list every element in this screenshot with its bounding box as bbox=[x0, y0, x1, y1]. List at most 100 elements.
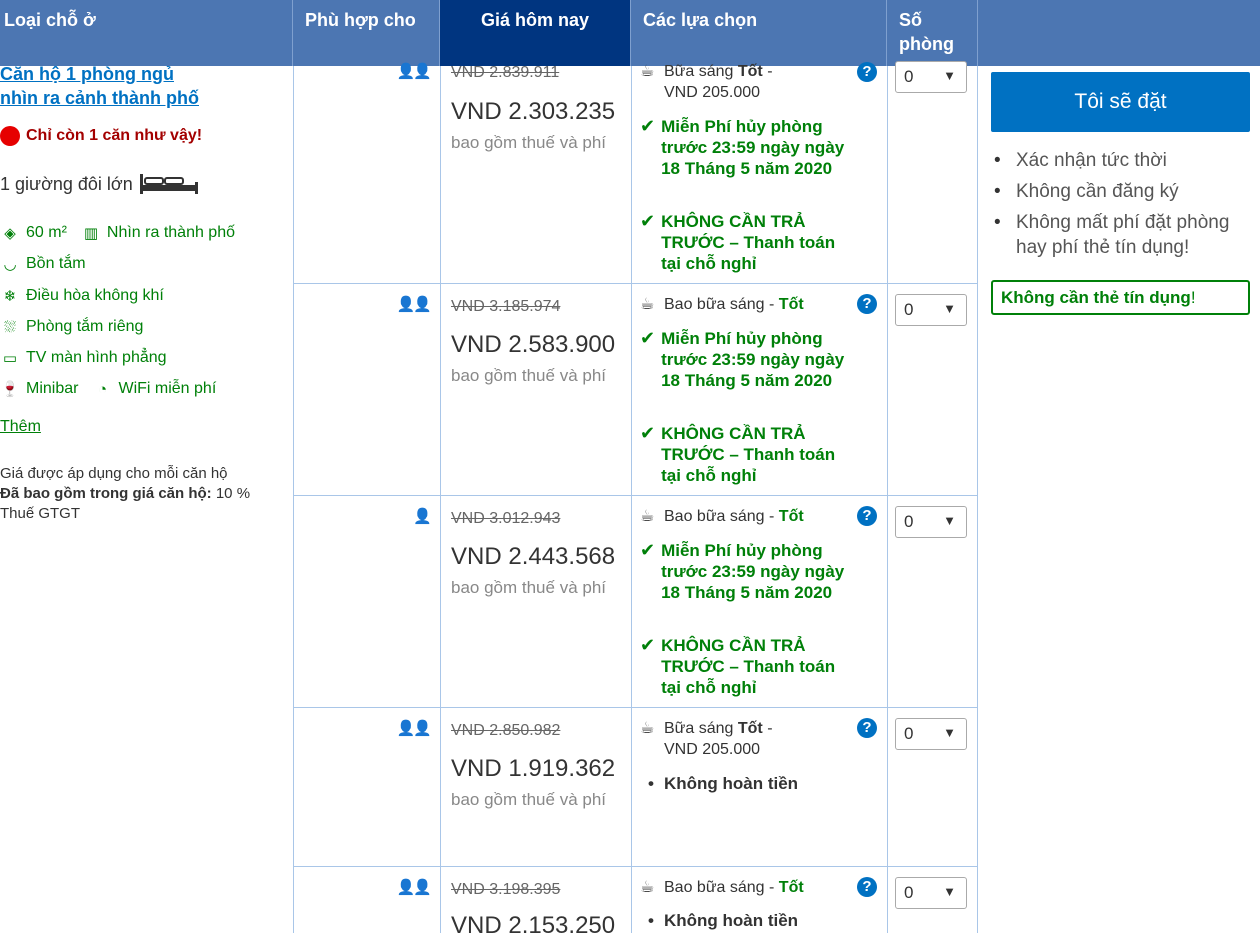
row-divider bbox=[293, 707, 978, 708]
more-facilities-link[interactable]: Thêm bbox=[0, 418, 41, 436]
policy-text: Không hoàn tiền bbox=[663, 911, 799, 930]
bathtub-icon: ◡ bbox=[3, 256, 17, 273]
meal-rating: Tốt bbox=[778, 508, 804, 525]
meal-info: ☕ Bao bữa sáng - Tốt bbox=[640, 506, 830, 527]
check-icon: ✔ bbox=[640, 540, 656, 560]
help-icon[interactable]: ? bbox=[857, 877, 877, 897]
cancel-text: Miễn Phí hủy phòng trước 23:59 ngày ngày… bbox=[661, 541, 845, 602]
qty-value: 0 bbox=[904, 883, 914, 902]
no-credit-card-badge: Không cần thẻ tín dụng! bbox=[991, 280, 1250, 315]
header-fit-for: Phù hợp cho bbox=[293, 0, 440, 66]
qty-value: 0 bbox=[904, 67, 914, 86]
room-qty-select[interactable]: 0 ▼ bbox=[895, 718, 967, 750]
header-options: Các lựa chọn bbox=[631, 0, 887, 66]
free-cancellation: ✔ Miễn Phí hủy phòng trước 23:59 ngày ngà… bbox=[640, 328, 850, 391]
current-price: VND 2.303.235 bbox=[451, 98, 616, 125]
original-price: VND 3.198.395 bbox=[451, 881, 561, 898]
facility-view: Nhìn ra thành phố bbox=[106, 224, 235, 241]
meal-rating: Tốt bbox=[778, 296, 804, 313]
original-price: VND 2.839.911 bbox=[451, 64, 560, 81]
meal-suffix: - bbox=[767, 63, 773, 80]
room-qty-select[interactable]: 0 ▼ bbox=[895, 61, 967, 93]
cancel-text: Miễn Phí hủy phòng trước 23:59 ngày ngày… bbox=[661, 117, 845, 178]
bullet-icon: • bbox=[648, 774, 654, 793]
bullet-icon: • bbox=[648, 911, 654, 930]
original-price: VND 3.185.974 bbox=[451, 298, 561, 315]
occupancy-icon: 👤👤 bbox=[396, 879, 432, 896]
meal-price: VND 205.000 bbox=[664, 84, 761, 101]
price-note: Giá được áp dụng cho mỗi căn hộ Đã bao g… bbox=[0, 464, 290, 524]
coffee-icon: ☕ bbox=[640, 879, 655, 896]
coffee-icon: ☕ bbox=[640, 63, 655, 80]
occupancy-icon: 👤 bbox=[413, 508, 432, 525]
facility-row: ▭ TV màn hình phẳng bbox=[0, 349, 167, 367]
vat-label: Thuế GTGT bbox=[0, 505, 81, 522]
check-icon: ✔ bbox=[640, 116, 656, 136]
header-room-type: Loại chỗ ở bbox=[0, 0, 293, 66]
reserve-button[interactable]: Tôi sẽ đặt bbox=[991, 72, 1250, 132]
row-divider bbox=[293, 866, 978, 867]
facility-row: 🍷 Minibar ◔ WiFi miễn phí bbox=[0, 380, 217, 398]
help-icon[interactable]: ? bbox=[857, 506, 877, 526]
row-divider bbox=[293, 283, 978, 284]
occupancy-icon: 👤👤 bbox=[396, 63, 432, 80]
occupancy-icon: 👤👤 bbox=[396, 720, 432, 737]
help-icon[interactable]: ? bbox=[857, 294, 877, 314]
coffee-icon: ☕ bbox=[640, 296, 655, 313]
meal-info: ☕ Bao bữa sáng - Tốt bbox=[640, 294, 830, 315]
meal-label: Bao bữa sáng - bbox=[664, 508, 775, 525]
divider bbox=[440, 66, 441, 933]
no-card-suffix: ! bbox=[1190, 288, 1196, 307]
room-qty-select[interactable]: 0 ▼ bbox=[895, 877, 967, 909]
check-icon: ✔ bbox=[640, 423, 656, 443]
facility-area: 60 m² bbox=[26, 224, 67, 241]
cancel-text: Miễn Phí hủy phòng trước 23:59 ngày ngày… bbox=[661, 329, 845, 390]
table-header: Loại chỗ ở Phù hợp cho Giá hôm nay Các l… bbox=[0, 0, 1260, 66]
header-rooms: Số phòng bbox=[887, 0, 978, 66]
meal-info: ☕ Bữa sáng Tốt - VND 205.000 bbox=[640, 718, 830, 760]
tv-icon: ▭ bbox=[2, 350, 18, 367]
tax-note: bao gồm thuế và phí bbox=[451, 578, 607, 597]
price-note-line1: Giá được áp dụng cho mỗi căn hộ bbox=[0, 465, 228, 482]
free-cancellation: ✔ Miễn Phí hủy phòng trước 23:59 ngày ngà… bbox=[640, 540, 850, 603]
divider bbox=[293, 66, 294, 933]
meal-info: ☕ Bữa sáng Tốt - VND 205.000 bbox=[640, 61, 830, 103]
free-cancellation: ✔ Miễn Phí hủy phòng trước 23:59 ngày ngà… bbox=[640, 116, 850, 179]
divider bbox=[887, 66, 888, 933]
facility-row: ◡ Bồn tắm bbox=[0, 255, 85, 273]
dropdown-arrow-icon: ▼ bbox=[943, 513, 956, 528]
meal-label: Bữa sáng bbox=[664, 720, 734, 737]
help-icon[interactable]: ? bbox=[857, 718, 877, 738]
facility-row: ◈ 60 m² ▥ Nhìn ra thành phố bbox=[0, 224, 235, 242]
current-price: VND 2.443.568 bbox=[451, 543, 616, 570]
help-icon[interactable]: ? bbox=[857, 62, 877, 82]
perk-item: Không cần đăng ký bbox=[992, 179, 1260, 204]
prepay-text: KHÔNG CẦN TRẢ TRƯỚC – Thanh toán tại chỗ… bbox=[661, 636, 836, 697]
snowflake-icon: ❄ bbox=[3, 288, 17, 305]
divider bbox=[631, 66, 632, 933]
qty-value: 0 bbox=[904, 724, 914, 743]
policy-text: Không hoàn tiền bbox=[663, 774, 799, 793]
room-qty-select[interactable]: 0 ▼ bbox=[895, 294, 967, 326]
minibar-icon: 🍷 bbox=[0, 381, 20, 398]
room-name-line2: nhìn ra cảnh thành phố bbox=[0, 88, 199, 108]
room-name-link[interactable]: Căn hộ 1 phòng ngủ nhìn ra cảnh thành ph… bbox=[0, 62, 199, 110]
bed-info: 1 giường đôi lớn bbox=[0, 172, 199, 196]
vat-percent: 10 % bbox=[215, 485, 251, 502]
no-prepayment: ✔ KHÔNG CẦN TRẢ TRƯỚC – Thanh toán tại ch… bbox=[640, 211, 850, 274]
meal-rating: Tốt bbox=[737, 63, 763, 80]
dropdown-arrow-icon: ▼ bbox=[943, 68, 956, 83]
prepay-text: KHÔNG CẦN TRẢ TRƯỚC – Thanh toán tại chỗ… bbox=[661, 212, 836, 273]
room-qty-select[interactable]: 0 ▼ bbox=[895, 506, 967, 538]
dropdown-arrow-icon: ▼ bbox=[943, 301, 956, 316]
wifi-icon: ◔ bbox=[97, 380, 107, 398]
double-bed-icon bbox=[139, 174, 198, 194]
coffee-icon: ☕ bbox=[640, 720, 655, 737]
current-price: VND 2.153.250 bbox=[451, 912, 616, 933]
tax-note: bao gồm thuế và phí bbox=[451, 790, 607, 809]
tax-note: bao gồm thuế và phí bbox=[451, 133, 607, 152]
meal-label: Bao bữa sáng - bbox=[664, 296, 775, 313]
facility-wifi: WiFi miễn phí bbox=[118, 380, 217, 397]
dropdown-arrow-icon: ▼ bbox=[943, 884, 956, 899]
check-icon: ✔ bbox=[640, 211, 656, 231]
